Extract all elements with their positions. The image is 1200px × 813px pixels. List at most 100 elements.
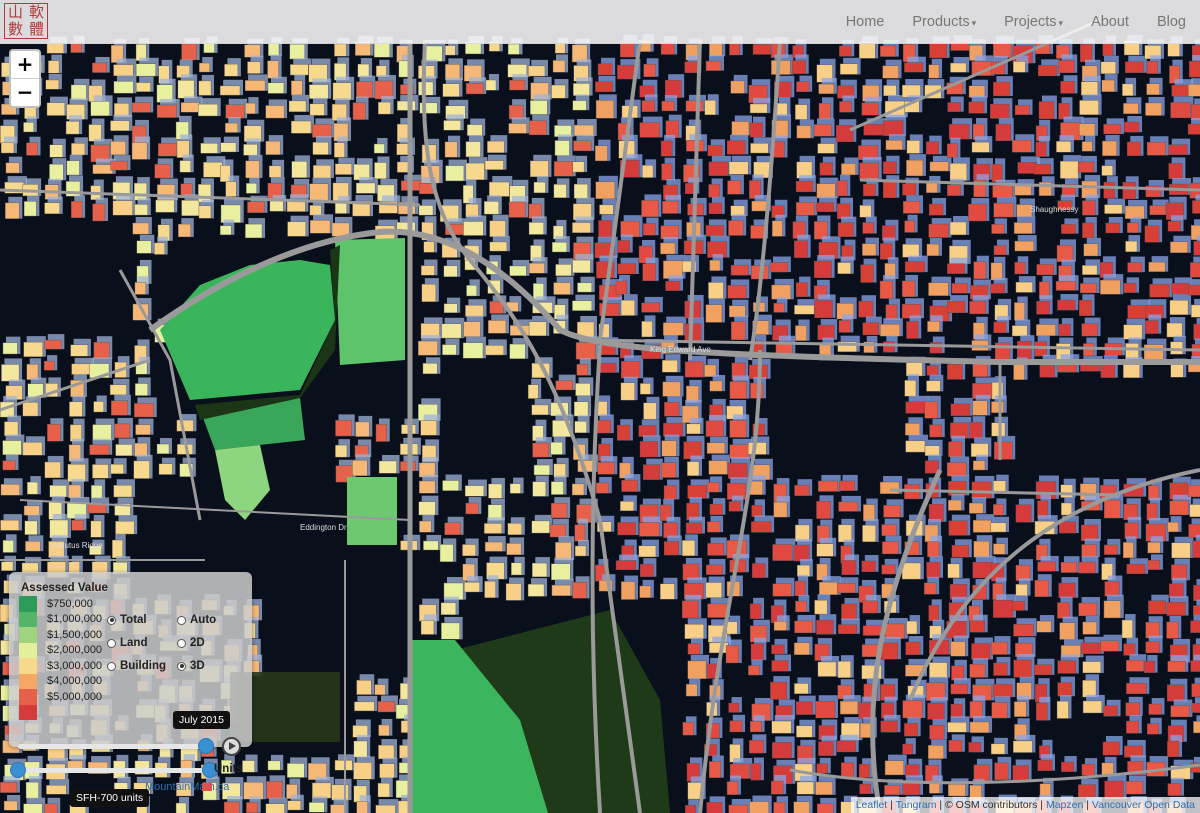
building bbox=[796, 725, 813, 738]
zoom-in-button[interactable]: + bbox=[11, 51, 39, 79]
legend-swatch bbox=[19, 642, 37, 658]
building bbox=[663, 422, 683, 437]
building bbox=[1082, 661, 1102, 674]
building bbox=[26, 364, 39, 380]
building bbox=[902, 183, 917, 196]
building bbox=[377, 701, 396, 713]
attribution-vancouver[interactable]: Vancouver Open Data bbox=[1092, 799, 1195, 811]
attribution-osm: © OSM contributors bbox=[945, 799, 1038, 811]
nav-home[interactable]: Home bbox=[832, 14, 899, 30]
building bbox=[1081, 524, 1099, 541]
building bbox=[728, 161, 749, 175]
radio-land[interactable]: Land bbox=[107, 637, 147, 649]
building bbox=[991, 422, 1006, 437]
radio-2d[interactable]: 2D bbox=[177, 637, 205, 649]
logo-char: 體 bbox=[28, 20, 44, 38]
building bbox=[968, 742, 982, 753]
building bbox=[951, 283, 969, 294]
building bbox=[971, 643, 991, 660]
building bbox=[23, 341, 44, 357]
building bbox=[621, 361, 641, 379]
building bbox=[44, 461, 61, 479]
building bbox=[291, 80, 303, 96]
building bbox=[1081, 323, 1098, 337]
building bbox=[927, 541, 940, 558]
building bbox=[902, 700, 923, 719]
building bbox=[927, 702, 945, 720]
building bbox=[838, 624, 858, 634]
building bbox=[595, 81, 613, 93]
building bbox=[1061, 502, 1072, 516]
radio-building[interactable]: Building bbox=[107, 660, 166, 672]
radio-total[interactable]: Total bbox=[107, 614, 147, 626]
building bbox=[662, 381, 681, 397]
units-slider-track[interactable] bbox=[18, 768, 210, 773]
nav-about[interactable]: About bbox=[1077, 14, 1143, 30]
building bbox=[1193, 323, 1200, 340]
building bbox=[794, 620, 813, 634]
building bbox=[859, 783, 871, 794]
building bbox=[378, 724, 390, 736]
building bbox=[442, 83, 460, 97]
building bbox=[905, 440, 926, 453]
attribution-tangram[interactable]: Tangram bbox=[896, 799, 937, 811]
brand-logo[interactable]: 山 軟 數 體 bbox=[4, 3, 48, 39]
play-icon[interactable] bbox=[222, 737, 241, 756]
zoom-out-button[interactable]: − bbox=[11, 79, 39, 106]
nav-blog[interactable]: Blog bbox=[1143, 14, 1200, 30]
building bbox=[25, 781, 39, 799]
building bbox=[1169, 300, 1189, 315]
building bbox=[928, 282, 949, 296]
building bbox=[1144, 225, 1160, 243]
building bbox=[92, 62, 107, 73]
building bbox=[771, 644, 785, 655]
building bbox=[948, 784, 966, 797]
radio-3d[interactable]: 3D bbox=[177, 660, 205, 672]
time-slider-track[interactable] bbox=[18, 744, 210, 749]
building bbox=[906, 159, 924, 177]
building bbox=[356, 182, 376, 194]
nav-products[interactable]: Products ▾ bbox=[898, 14, 990, 30]
building bbox=[905, 423, 921, 436]
building bbox=[706, 802, 723, 813]
building bbox=[813, 124, 832, 137]
building bbox=[815, 781, 833, 795]
building bbox=[1191, 683, 1200, 698]
building bbox=[418, 340, 438, 356]
mountainmath-link[interactable]: MountainMath.ca bbox=[145, 781, 229, 793]
building bbox=[1059, 622, 1076, 640]
units-slider-low-handle[interactable] bbox=[10, 762, 26, 778]
nav-menu: Home Products ▾ Projects ▾ About Blog bbox=[832, 0, 1200, 43]
building bbox=[244, 44, 261, 58]
top-navbar: 山 軟 數 體 Home Products ▾ Projects ▾ About B… bbox=[0, 0, 1200, 44]
building bbox=[198, 205, 212, 219]
building bbox=[132, 222, 150, 235]
building bbox=[947, 263, 965, 274]
legend-title: Assessed Value bbox=[21, 582, 108, 594]
nav-projects[interactable]: Projects ▾ bbox=[990, 14, 1077, 30]
building bbox=[268, 165, 282, 178]
building bbox=[661, 100, 675, 112]
building bbox=[948, 520, 968, 536]
building bbox=[357, 63, 370, 78]
building bbox=[969, 721, 990, 733]
building bbox=[621, 479, 638, 492]
building bbox=[1149, 205, 1166, 216]
building bbox=[289, 43, 305, 60]
attribution-mapzen[interactable]: Mapzen bbox=[1046, 799, 1083, 811]
building bbox=[660, 140, 673, 157]
building bbox=[1144, 660, 1155, 673]
building bbox=[1123, 643, 1136, 656]
building bbox=[334, 43, 347, 57]
radio-auto[interactable]: Auto bbox=[177, 614, 216, 626]
building bbox=[863, 504, 875, 522]
building bbox=[1189, 60, 1200, 78]
building bbox=[796, 125, 812, 139]
legend-label: $4,000,000 bbox=[47, 675, 103, 688]
building bbox=[1058, 60, 1075, 74]
building bbox=[639, 122, 660, 138]
building bbox=[555, 542, 572, 561]
building bbox=[906, 620, 918, 635]
building bbox=[509, 483, 521, 494]
attribution-leaflet[interactable]: Leaflet bbox=[856, 799, 888, 811]
